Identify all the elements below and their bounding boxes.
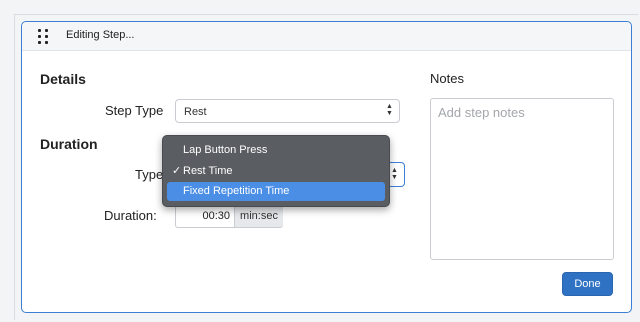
- duration-label: Duration:: [104, 208, 157, 223]
- menu-item-label: Lap Button Press: [183, 144, 268, 156]
- menu-item-fixed-repetition-time[interactable]: Fixed Repetition Time: [167, 182, 385, 201]
- duration-value[interactable]: 00:30: [176, 206, 234, 227]
- duration-unit: min:sec: [234, 206, 283, 227]
- duration-field[interactable]: 00:30 min:sec: [175, 205, 283, 228]
- notes-label: Notes: [430, 71, 464, 86]
- step-type-select[interactable]: Rest ▲ ▼: [175, 99, 400, 123]
- step-type-value: Rest: [184, 106, 207, 118]
- dialog-title: Editing Step...: [66, 29, 135, 41]
- duration-type-dropdown-menu: Lap Button Press ✓ Rest Time Fixed Repet…: [162, 135, 390, 207]
- menu-item-lap-button-press[interactable]: Lap Button Press: [167, 141, 385, 160]
- duration-heading: Duration: [40, 136, 98, 152]
- details-heading: Details: [40, 71, 86, 87]
- select-arrows-icon: ▲ ▼: [391, 167, 398, 181]
- menu-item-label: Rest Time: [183, 165, 233, 177]
- checkmark-icon: ✓: [172, 165, 182, 177]
- notes-textarea[interactable]: [430, 98, 614, 260]
- menu-item-label: Fixed Repetition Time: [183, 185, 290, 197]
- select-arrows-icon: ▲ ▼: [386, 103, 393, 117]
- drag-handle-icon[interactable]: [38, 29, 48, 44]
- dialog-header: Editing Step...: [22, 22, 631, 51]
- done-button[interactable]: Done: [562, 272, 613, 296]
- step-type-label: Step Type: [105, 103, 164, 118]
- menu-item-rest-time[interactable]: ✓ Rest Time: [167, 162, 385, 181]
- duration-type-label: Type: [135, 167, 164, 182]
